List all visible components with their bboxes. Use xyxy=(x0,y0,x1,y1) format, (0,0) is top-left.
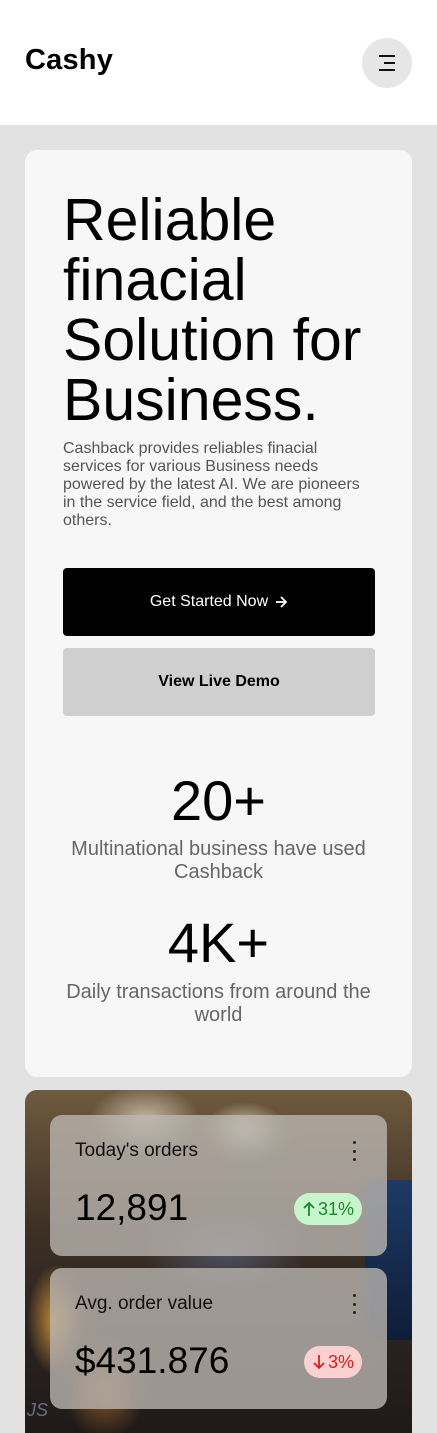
stat-value-businesses: 20+ xyxy=(171,769,266,832)
stat-label-transactions: Daily transactions from around the world xyxy=(66,981,371,1026)
get-started-button[interactable]: Get Started Now xyxy=(63,568,375,636)
more-options-icon[interactable] xyxy=(351,1141,357,1161)
menu-icon xyxy=(379,55,395,71)
widget-value: $431.876 xyxy=(75,1340,230,1381)
widget-value: 12,891 xyxy=(75,1187,189,1228)
hero-title: Reliable finacial Solution for Business. xyxy=(63,187,362,433)
dashboard-photo-card: Today's orders 12,891 31% Avg. order val… xyxy=(25,1090,412,1433)
arrow-right-icon xyxy=(276,596,288,608)
more-options-icon[interactable] xyxy=(351,1294,357,1314)
get-started-label: Get Started Now xyxy=(149,593,269,610)
change-badge: 31% xyxy=(293,1193,362,1225)
view-live-demo-button[interactable]: View Live Demo xyxy=(63,648,375,716)
todays-orders-widget: Today's orders 12,891 31% xyxy=(50,1115,387,1256)
stat-label-businesses: Multinational business have used Cashbac… xyxy=(71,838,366,883)
stat-value-transactions: 4K+ xyxy=(167,911,270,974)
arrow-down-icon xyxy=(313,1355,325,1370)
avg-order-value-widget: Avg. order value $431.876 3% xyxy=(50,1268,387,1409)
brand-logo[interactable]: Cashy xyxy=(25,44,113,77)
change-badge: 3% xyxy=(303,1346,362,1378)
watermark: JS xyxy=(27,1400,49,1420)
view-live-demo-label: View Live Demo xyxy=(158,673,280,690)
change-value: 31% xyxy=(317,1198,354,1219)
hero-description: Cashback provides reliables finacial ser… xyxy=(63,440,360,529)
widget-title: Today's orders xyxy=(75,1140,198,1161)
arrow-up-icon xyxy=(303,1201,315,1216)
hero-card: Reliable finacial Solution for Business.… xyxy=(25,150,412,1077)
top-bar: Cashy xyxy=(0,0,437,125)
widget-title: Avg. order value xyxy=(75,1293,214,1314)
menu-button[interactable] xyxy=(362,38,412,88)
change-value: 3% xyxy=(327,1351,354,1372)
